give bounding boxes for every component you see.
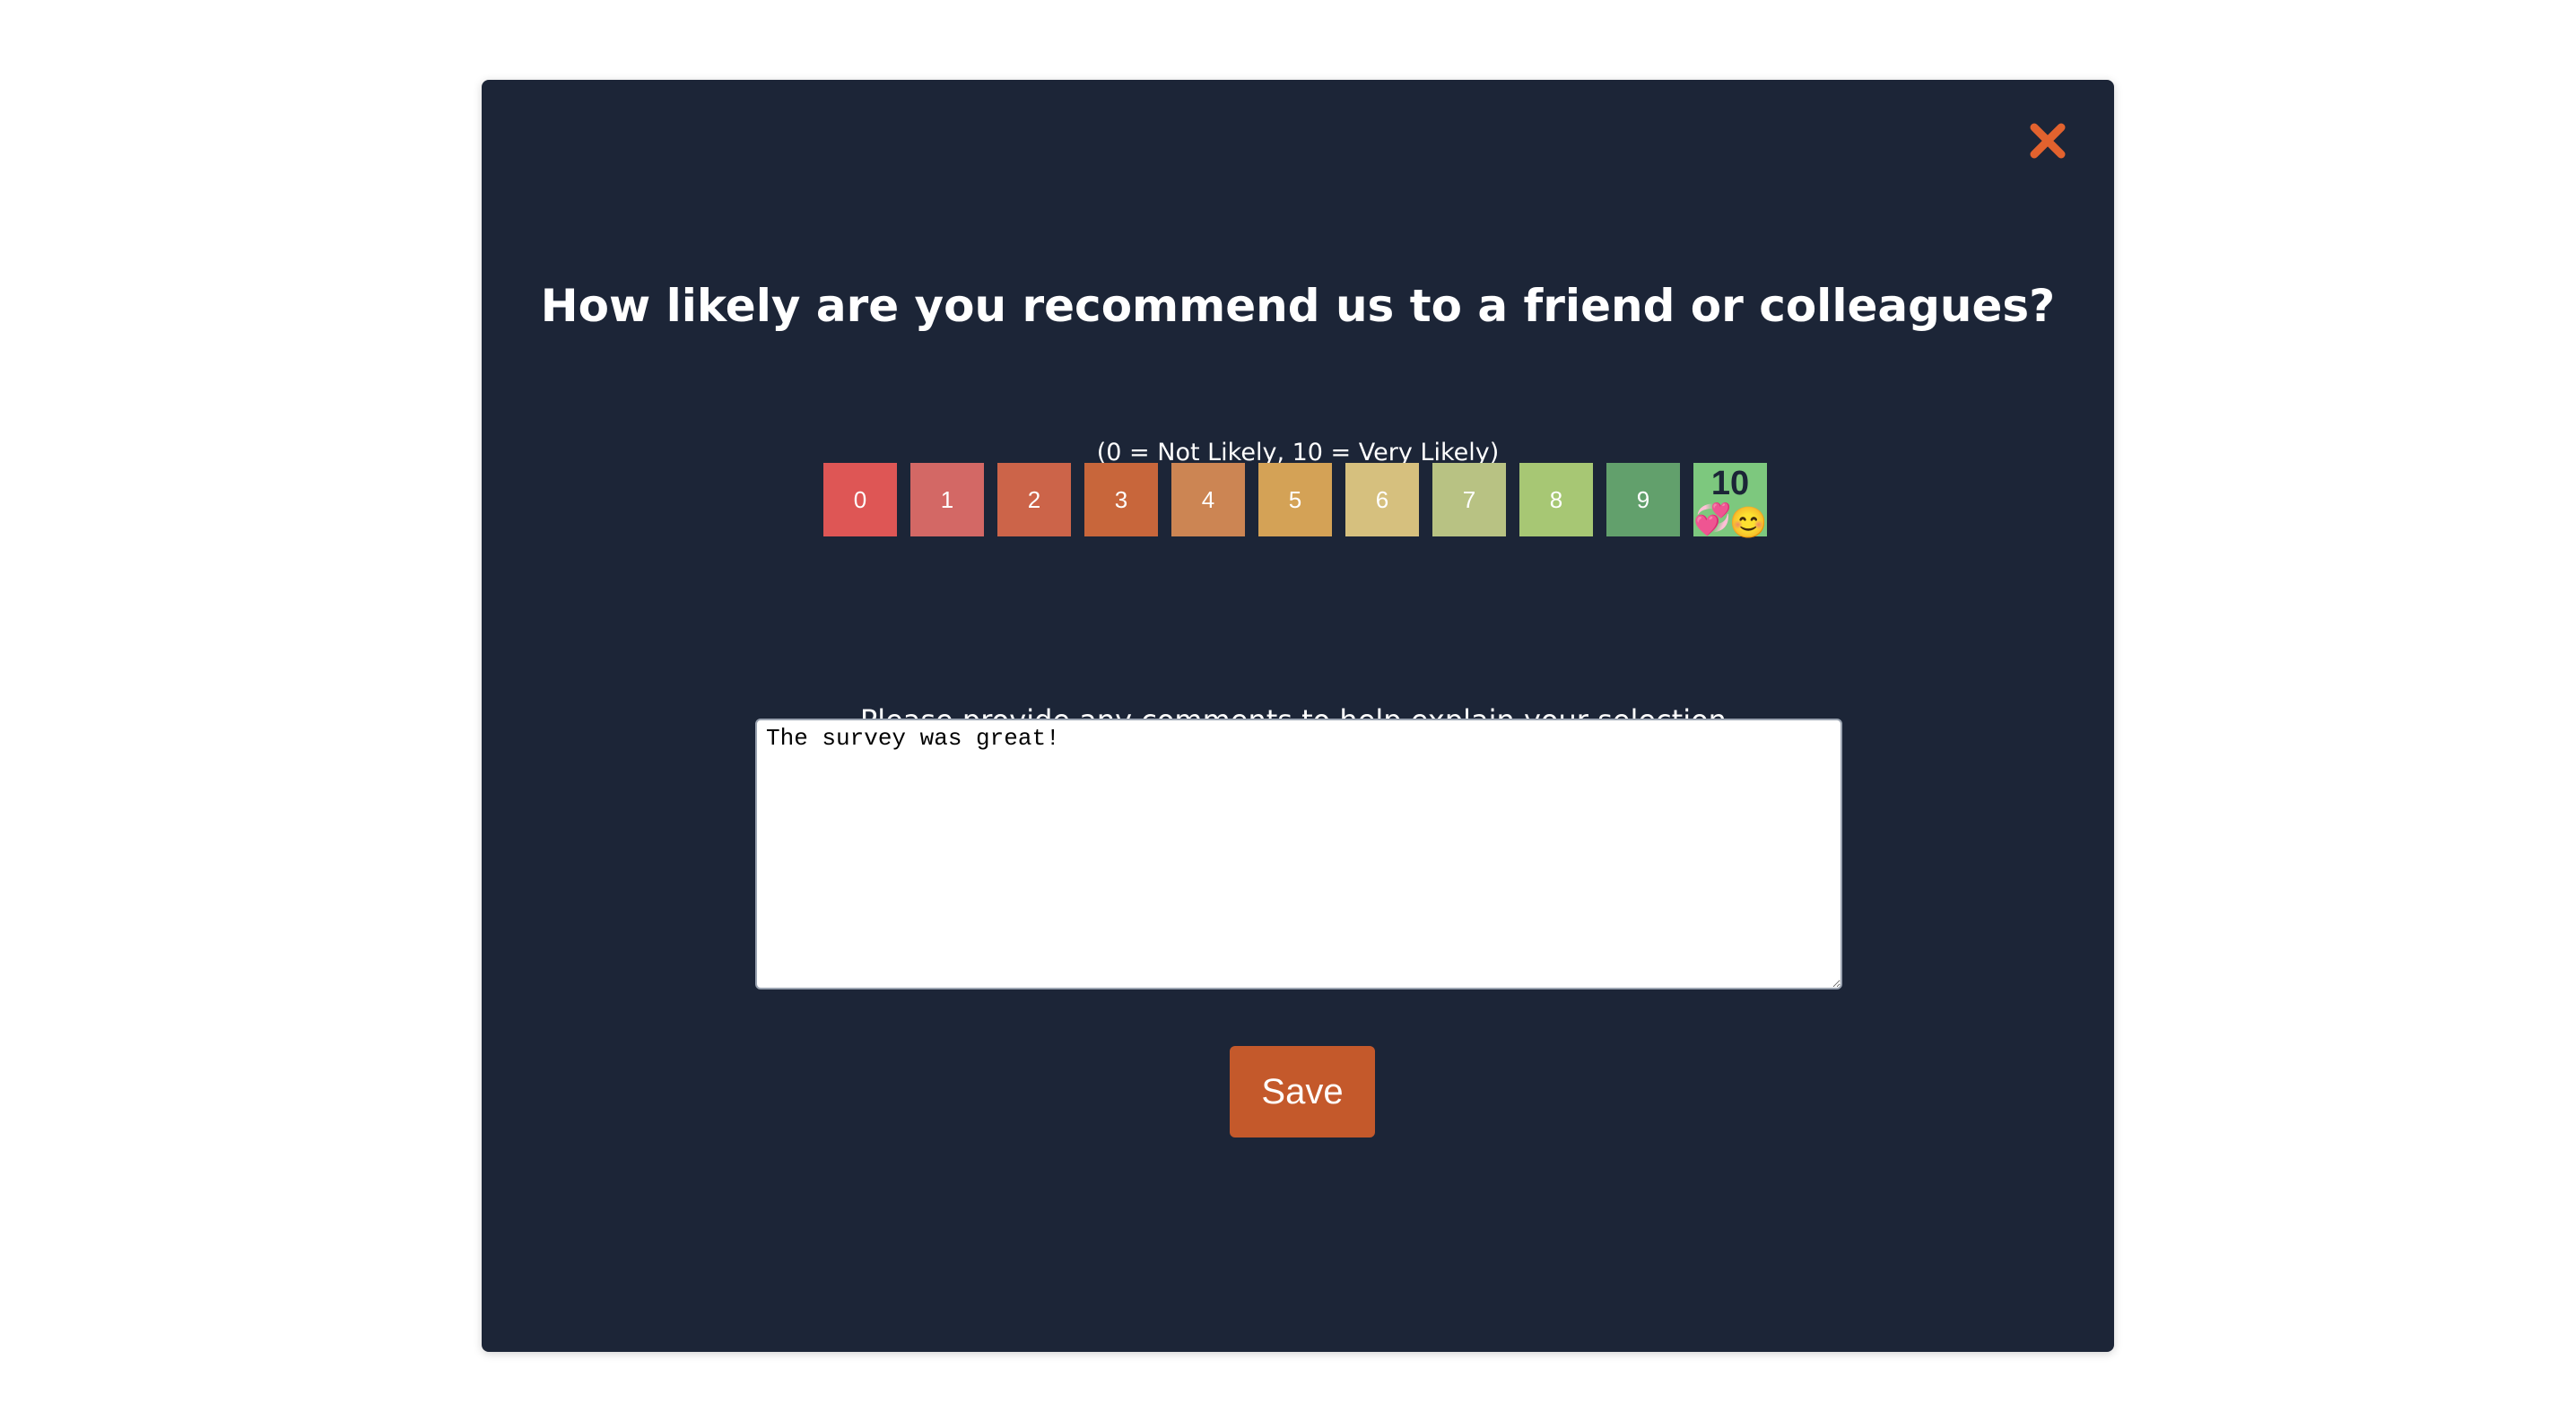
score-button-9[interactable]: 9 bbox=[1606, 463, 1680, 536]
smile-emoji-icon: 😊 bbox=[1729, 506, 1768, 540]
save-button[interactable]: Save bbox=[1230, 1046, 1375, 1137]
score-button-4[interactable]: 4 bbox=[1171, 463, 1245, 536]
score-button-8[interactable]: 8 bbox=[1519, 463, 1593, 536]
survey-modal: How likely are you recommend us to a fri… bbox=[482, 80, 2114, 1352]
close-icon[interactable] bbox=[2021, 114, 2075, 168]
score-scale: 0 1 2 3 4 5 6 7 8 9 10 💞 😊 bbox=[482, 463, 2114, 540]
comment-textarea[interactable] bbox=[755, 719, 1842, 989]
score-button-7[interactable]: 7 bbox=[1432, 463, 1506, 536]
score-button-5[interactable]: 5 bbox=[1258, 463, 1332, 536]
score-button-3[interactable]: 3 bbox=[1084, 463, 1158, 536]
score-button-0[interactable]: 0 bbox=[823, 463, 897, 536]
hearts-emoji-icon: 💞 bbox=[1693, 502, 1732, 536]
score-button-10[interactable]: 10 💞 😊 bbox=[1693, 463, 1768, 540]
score-button-6[interactable]: 6 bbox=[1345, 463, 1419, 536]
survey-question-title: How likely are you recommend us to a fri… bbox=[540, 280, 2056, 332]
score-button-2[interactable]: 2 bbox=[997, 463, 1071, 536]
score-button-1[interactable]: 1 bbox=[910, 463, 984, 536]
